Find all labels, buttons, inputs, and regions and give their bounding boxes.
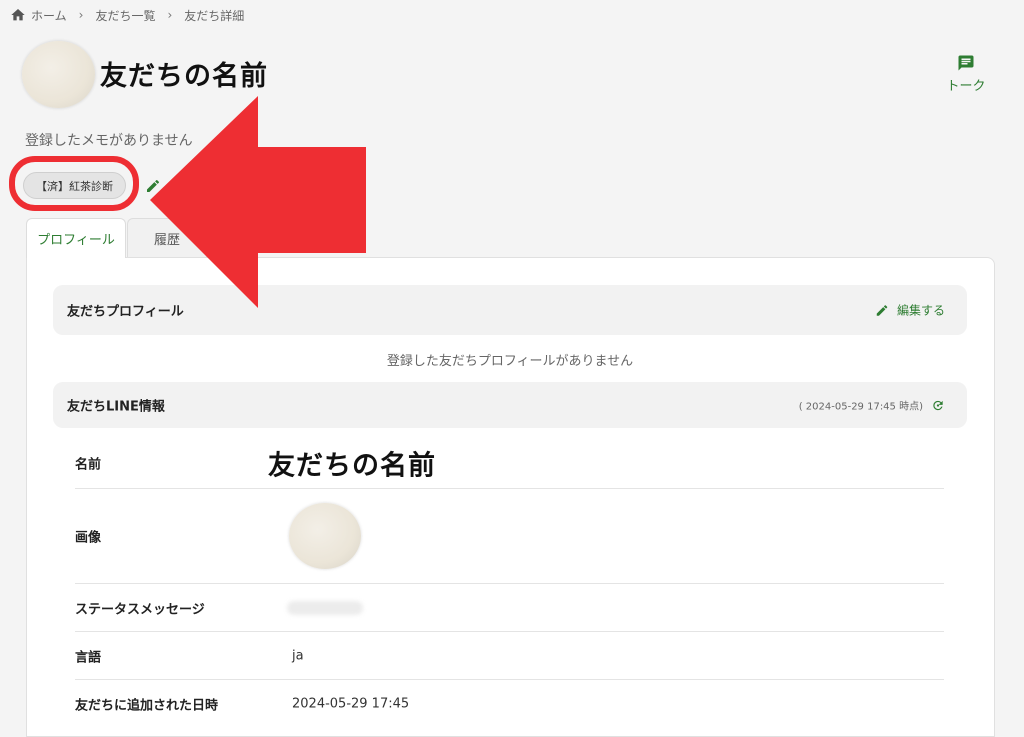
breadcrumb-friend-list[interactable]: 友だち一覧 <box>95 7 155 24</box>
row-label: 言語 <box>75 650 102 665</box>
chevron-right-icon: › <box>167 8 173 22</box>
friend-avatar <box>289 503 361 569</box>
row-value: 友だちの名前 <box>268 450 436 481</box>
timestamp-text: ( 2024-05-29 17:45 時点) <box>798 401 923 413</box>
home-icon[interactable] <box>10 7 26 23</box>
edit-profile-button[interactable]: 編集する <box>875 302 945 319</box>
status-message-blurred <box>287 600 363 615</box>
edit-label: 編集する <box>896 303 945 318</box>
chevron-right-icon: › <box>78 8 84 22</box>
line-info-header: 友だちLINE情報 ( 2024-05-29 17:45 時点) <box>53 382 967 428</box>
info-row-language: 言語 ja <box>75 632 944 680</box>
row-value <box>289 503 361 569</box>
info-row-added-date: 友だちに追加された日時 2024-05-29 17:45 <box>75 680 944 728</box>
refresh-icon[interactable] <box>931 398 945 412</box>
friend-avatar <box>22 41 95 108</box>
row-label: ステータスメッセージ <box>75 602 205 617</box>
annotation-arrow <box>150 96 366 308</box>
row-value: 2024-05-29 17:45 <box>292 696 410 712</box>
pencil-icon <box>876 304 888 316</box>
talk-label: トーク <box>946 79 986 94</box>
info-row-name: 名前 友だちの名前 <box>75 437 944 489</box>
empty-profile-text: 登録した友だちプロフィールがありません <box>386 354 634 369</box>
breadcrumb-friend-detail: 友だち詳細 <box>184 8 245 23</box>
row-label: 友だちに追加された日時 <box>75 698 219 714</box>
info-row-status: ステータスメッセージ <box>75 584 944 632</box>
row-value: ja <box>292 648 304 663</box>
row-label: 画像 <box>75 530 102 546</box>
chat-icon <box>958 55 974 71</box>
talk-button[interactable]: トーク <box>944 54 988 94</box>
breadcrumb-home[interactable]: ホーム <box>31 7 67 24</box>
row-label: 名前 <box>75 457 102 472</box>
breadcrumb: ホーム › 友だち一覧 › 友だち詳細 <box>10 6 244 24</box>
section-title: 友だちLINE情報 <box>67 399 165 415</box>
friend-name: 友だちの名前 <box>100 61 268 92</box>
snapshot-time: ( 2024-05-29 17:45 時点) <box>799 398 945 413</box>
annotation-highlight <box>9 156 139 211</box>
tab-profile[interactable]: プロフィール <box>26 218 126 258</box>
info-row-image: 画像 <box>75 489 944 584</box>
row-value <box>287 600 363 615</box>
